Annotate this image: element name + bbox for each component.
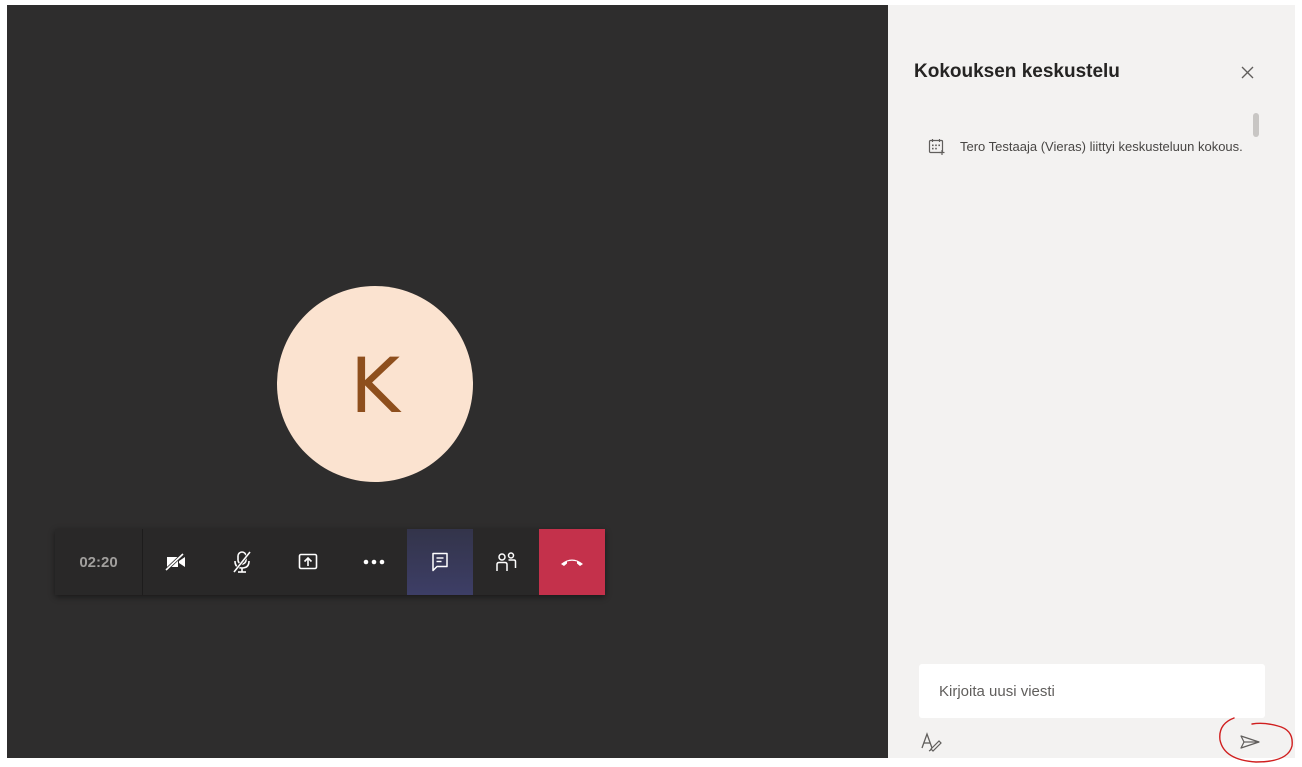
call-stage: K 02:20 [7, 5, 888, 758]
system-message-author: Tero Testaaja (Vieras) [960, 139, 1086, 154]
compose-box [919, 664, 1265, 718]
more-actions-button[interactable] [341, 529, 407, 595]
call-controls-toolbar: 02:20 [55, 529, 605, 595]
close-icon [1241, 66, 1253, 78]
participant-avatar: K [277, 286, 473, 482]
meeting-chat-panel: Kokouksen keskustelu Tero Testaaja (Vier… [888, 5, 1295, 758]
chat-icon [432, 552, 448, 572]
system-message: Tero Testaaja (Vieras) liittyi keskustel… [928, 138, 1258, 156]
mic-off-button[interactable] [209, 529, 275, 595]
chat-scrollbar[interactable] [1253, 113, 1259, 137]
chat-panel-title: Kokouksen keskustelu [914, 61, 1120, 82]
system-message-body: liittyi keskusteluun kokous. [1085, 139, 1243, 154]
teams-meeting-window: K 02:20 Kokouksen keskustelu Tero Testaa… [0, 0, 1302, 767]
hang-up-button[interactable] [539, 529, 605, 595]
participants-button[interactable] [473, 529, 539, 595]
camera-off-button[interactable] [143, 529, 209, 595]
new-message-input[interactable] [919, 682, 1265, 700]
call-timer: 02:20 [55, 529, 143, 595]
send-button[interactable] [1237, 731, 1263, 753]
send-icon [1240, 735, 1260, 749]
system-message-text: Tero Testaaja (Vieras) liittyi keskustel… [960, 138, 1243, 155]
share-screen-button[interactable] [275, 529, 341, 595]
participants-icon [496, 552, 517, 571]
close-chat-button[interactable] [1236, 61, 1258, 83]
format-button[interactable] [919, 729, 943, 753]
calendar-join-icon [928, 139, 945, 155]
chat-button[interactable] [407, 529, 473, 595]
camera-off-icon [165, 553, 185, 571]
share-screen-icon [298, 553, 318, 570]
avatar-initial: K [350, 341, 400, 430]
format-text-icon [921, 732, 942, 752]
more-icon [363, 559, 385, 565]
phone-hangup-icon [561, 559, 583, 566]
mic-off-icon [232, 551, 252, 573]
